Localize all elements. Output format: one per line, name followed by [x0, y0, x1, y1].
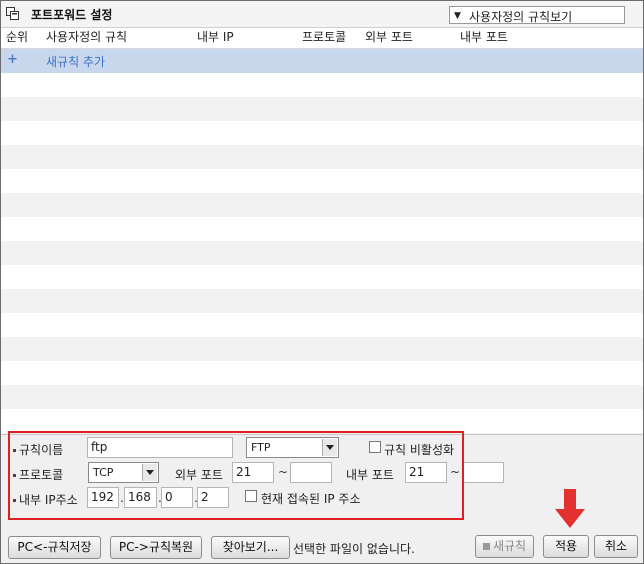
list-row: [1, 217, 643, 241]
title-bar: 포트포워드 설정 ▼ 사용자정의 규칙보기: [1, 1, 643, 28]
list-row: [1, 145, 643, 169]
dropdown-arrow-icon: ▼: [454, 11, 461, 21]
rule-view-select[interactable]: ▼ 사용자정의 규칙보기: [449, 6, 625, 24]
col-internal-port: 내부 포트: [460, 30, 508, 44]
list-row: [1, 241, 643, 265]
restore-rules-from-pc-button[interactable]: PC->규칙복원: [110, 536, 202, 559]
list-row: [1, 121, 643, 145]
internal-port-to-input[interactable]: [462, 462, 504, 483]
add-rule-label: 새규칙 추가: [46, 55, 106, 69]
page-title: 포트포워드 설정: [31, 8, 113, 22]
col-rule: 사용자정의 규칙: [46, 30, 128, 44]
list-row: [1, 313, 643, 337]
rule-view-value: 사용자정의 규칙보기: [469, 10, 573, 24]
browse-button[interactable]: 찾아보기...: [211, 536, 290, 559]
list-row: [1, 385, 643, 409]
list-row: [1, 337, 643, 361]
list-row: [1, 97, 643, 121]
plus-icon: [482, 543, 490, 550]
list-row: [1, 361, 643, 385]
list-row: [1, 193, 643, 217]
window-icon: [6, 7, 19, 20]
col-rank: 순위: [6, 30, 29, 44]
col-internal-ip: 내부 IP: [197, 30, 234, 44]
list-row: [1, 73, 643, 97]
add-rule-row[interactable]: + 새규칙 추가: [1, 49, 643, 73]
rule-list: + 새규칙 추가: [1, 49, 643, 434]
list-row: [1, 169, 643, 193]
apply-button[interactable]: 적용: [543, 535, 589, 558]
list-row: [1, 289, 643, 313]
file-status-text: 선택한 파일이 없습니다.: [293, 542, 415, 556]
new-rule-button[interactable]: 새규칙: [475, 535, 534, 558]
col-protocol: 프로토콜: [302, 30, 347, 44]
col-external-port: 외부 포트: [365, 30, 413, 44]
arrow-down-icon: [555, 489, 585, 528]
list-row: [1, 265, 643, 289]
highlight-box: [8, 431, 464, 520]
cancel-button[interactable]: 취소: [594, 535, 638, 558]
list-row: [1, 409, 643, 433]
save-rules-to-pc-button[interactable]: PC<-규칙저장: [8, 536, 101, 559]
plus-icon: +: [7, 52, 18, 67]
